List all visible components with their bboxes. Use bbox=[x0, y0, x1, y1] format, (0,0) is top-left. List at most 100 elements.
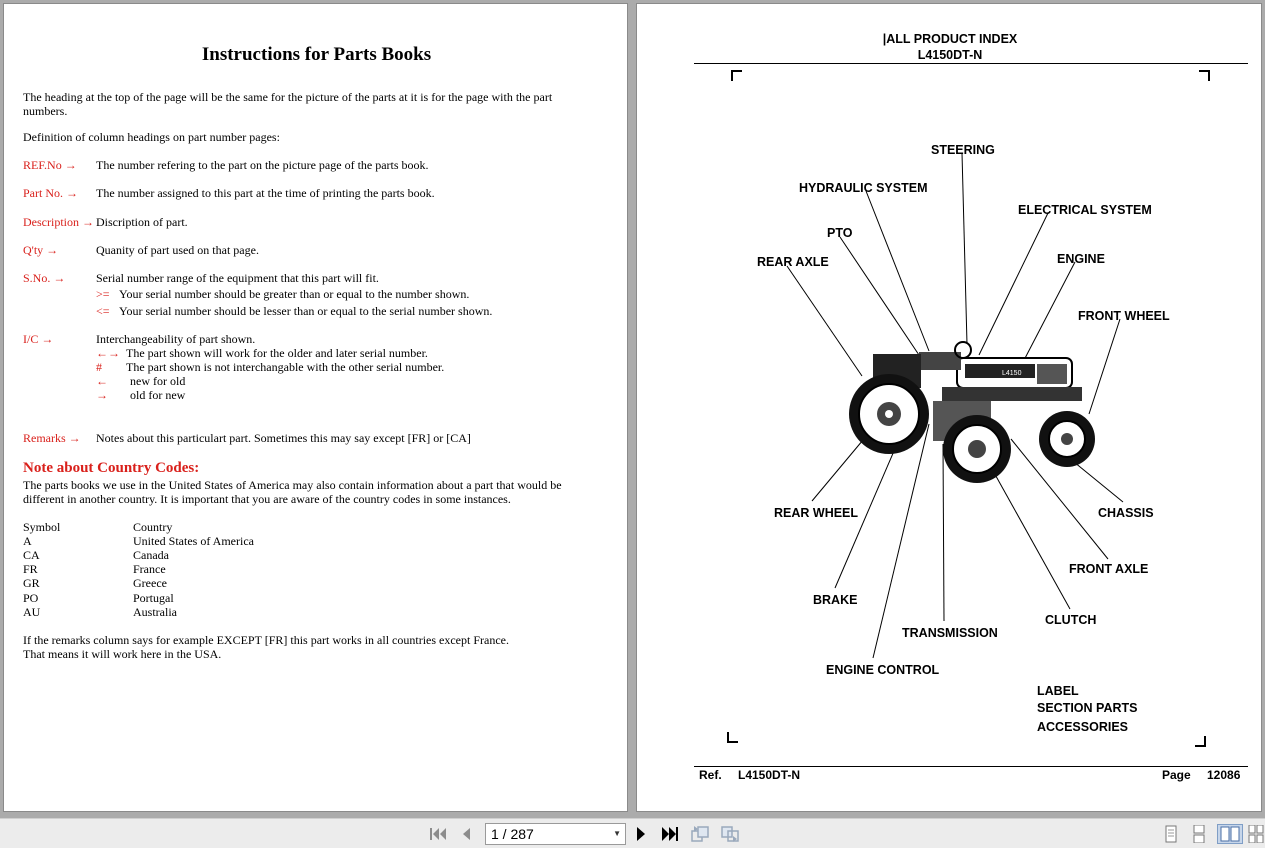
continuous-icon bbox=[1193, 825, 1205, 843]
page-right: |ALL PRODUCT INDEX L4150DT-N L4150 STEER… bbox=[636, 3, 1262, 812]
next-view-button[interactable] bbox=[719, 824, 741, 844]
def-ic: Interchangeability of part shown. bbox=[96, 332, 256, 346]
code-country: Greece bbox=[133, 576, 167, 590]
code-symbol: A bbox=[23, 534, 32, 548]
document-viewport[interactable]: Instructions for Parts Books The heading… bbox=[0, 0, 1265, 818]
side-label-section-parts: SECTION PARTS bbox=[1037, 701, 1138, 715]
term-description: Description → bbox=[23, 215, 94, 229]
callout-brake: BRAKE bbox=[813, 593, 857, 607]
code-country: France bbox=[133, 562, 166, 576]
tractor-index-diagram: L4150 STEERING HYDRAULIC SYSTEM ELECTRIC… bbox=[757, 143, 1170, 677]
callout-engine-control: ENGINE CONTROL bbox=[826, 663, 940, 677]
last-page-icon bbox=[662, 827, 678, 841]
note-left-arrow: new for old bbox=[130, 374, 186, 388]
code-symbol: AU bbox=[23, 605, 41, 619]
code-country: Portugal bbox=[133, 591, 174, 605]
country-para-line-2: different in another country. It is impo… bbox=[23, 492, 511, 506]
footer-ref-value: L4150DT-N bbox=[738, 768, 801, 782]
intro-line-2: numbers. bbox=[23, 104, 68, 118]
term-remarks: Remarks → bbox=[23, 431, 81, 445]
first-page-button[interactable] bbox=[427, 824, 449, 844]
symbol-both-arrows: ←→ bbox=[96, 346, 120, 360]
closing-line-1: If the remarks column says for example E… bbox=[23, 633, 509, 647]
term-ref-no: REF.No → bbox=[23, 158, 77, 172]
chevron-down-icon[interactable]: ▼ bbox=[613, 824, 621, 844]
symbol-right-arrow: → bbox=[96, 388, 108, 402]
def-qty: Quanity of part used on that page. bbox=[96, 243, 259, 257]
next-page-button[interactable] bbox=[630, 824, 652, 844]
country-codes-paragraph: The parts books we use in the United Sta… bbox=[23, 478, 583, 506]
page-indicator: 1 / 287 bbox=[491, 826, 534, 842]
callout-steering: STEERING bbox=[931, 143, 995, 157]
continuous-facing-view-button[interactable] bbox=[1246, 824, 1265, 844]
country-para-line-1: The parts books we use in the United Sta… bbox=[23, 478, 562, 492]
previous-view-icon bbox=[691, 826, 709, 842]
code-country: United States of America bbox=[133, 534, 254, 548]
code-symbol: CA bbox=[23, 548, 40, 562]
page-left: Instructions for Parts Books The heading… bbox=[3, 3, 628, 812]
single-page-icon bbox=[1165, 825, 1177, 843]
def-remarks: Notes about this particulart part. Somet… bbox=[96, 431, 471, 445]
side-label-label: LABEL bbox=[1037, 684, 1079, 698]
note-gte: Your serial number should be greater tha… bbox=[119, 287, 470, 301]
note-both-arrows: The part shown will work for the older a… bbox=[126, 346, 428, 360]
next-view-icon bbox=[721, 826, 739, 842]
codes-table-header: Symbol Country bbox=[23, 520, 172, 534]
code-symbol: FR bbox=[23, 562, 38, 576]
tractor-badge: L4150 bbox=[1002, 370, 1022, 377]
callout-rear-axle: REAR AXLE bbox=[757, 255, 829, 269]
previous-view-button[interactable] bbox=[689, 824, 711, 844]
previous-page-icon bbox=[463, 828, 470, 840]
def-sno: Serial number range of the equipment tha… bbox=[96, 271, 379, 285]
single-page-view-button[interactable] bbox=[1160, 824, 1182, 844]
callout-rear-wheel: REAR WHEEL bbox=[774, 506, 858, 520]
term-sno: S.No. → bbox=[23, 271, 66, 285]
code-symbol: PO bbox=[23, 591, 39, 605]
page-title: Instructions for Parts Books bbox=[201, 44, 432, 65]
callout-transmission: TRANSMISSION bbox=[902, 626, 998, 640]
term-part-no: Part No. → bbox=[23, 186, 78, 200]
closing-text: If the remarks column says for example E… bbox=[23, 633, 583, 661]
next-page-icon bbox=[637, 827, 645, 841]
term-ic: I/C → bbox=[23, 332, 54, 346]
note-right-arrow: old for new bbox=[130, 388, 186, 402]
callout-front-axle: FRONT AXLE bbox=[1069, 562, 1148, 576]
code-country: Canada bbox=[133, 548, 169, 562]
facing-icon bbox=[1220, 826, 1240, 842]
term-qty: Q'ty → bbox=[23, 243, 59, 257]
def-ref-no: The number refering to the part on the p… bbox=[96, 158, 429, 172]
navigation-toolbar: 1 / 287 ▼ bbox=[0, 818, 1265, 848]
footer-rule bbox=[694, 766, 1248, 767]
tractor-illustration: L4150 bbox=[849, 341, 1095, 483]
closing-line-2: That means it will work here in the USA. bbox=[23, 647, 222, 661]
symbol-hash: # bbox=[96, 360, 102, 374]
table-row: A United States of America bbox=[23, 534, 254, 548]
callout-clutch: CLUTCH bbox=[1045, 613, 1096, 627]
callout-engine: ENGINE bbox=[1057, 252, 1105, 266]
def-description: Discription of part. bbox=[96, 215, 188, 229]
page-number-input[interactable]: 1 / 287 ▼ bbox=[485, 823, 626, 845]
table-row: GR Greece bbox=[23, 576, 167, 590]
last-page-button[interactable] bbox=[659, 824, 681, 844]
symbol-gte: >= bbox=[96, 287, 110, 301]
previous-page-button[interactable] bbox=[455, 824, 477, 844]
continuous-facing-icon bbox=[1248, 825, 1263, 843]
codes-header-symbol: Symbol bbox=[23, 520, 61, 534]
table-row: FR France bbox=[23, 562, 166, 576]
first-page-icon bbox=[430, 828, 446, 840]
def-part-no: The number assigned to this part at the … bbox=[96, 186, 435, 200]
symbol-lte: <= bbox=[96, 304, 110, 318]
table-row: CA Canada bbox=[23, 548, 169, 562]
codes-header-country: Country bbox=[133, 520, 173, 534]
facing-view-button[interactable] bbox=[1217, 824, 1243, 844]
callout-electrical-system: ELECTRICAL SYSTEM bbox=[1018, 203, 1152, 217]
footer-page-label: Page bbox=[1162, 768, 1191, 782]
definition-heading: Definition of column headings on part nu… bbox=[23, 130, 280, 144]
table-row: PO Portugal bbox=[23, 591, 174, 605]
callout-pto: PTO bbox=[827, 226, 853, 240]
callout-chassis: CHASSIS bbox=[1098, 506, 1154, 520]
callout-front-wheel: FRONT WHEEL bbox=[1078, 309, 1170, 323]
country-codes-heading: Note about Country Codes: bbox=[23, 460, 200, 476]
callout-hydraulic-system: HYDRAULIC SYSTEM bbox=[799, 181, 927, 195]
continuous-view-button[interactable] bbox=[1188, 824, 1210, 844]
